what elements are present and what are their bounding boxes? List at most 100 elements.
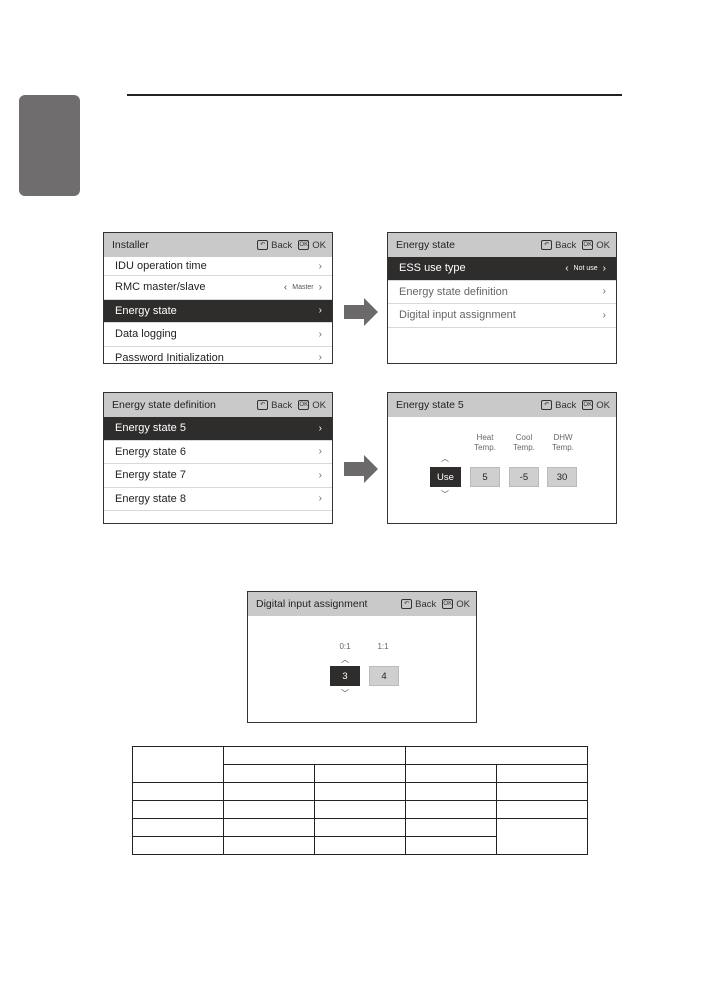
table-cell — [405, 764, 497, 783]
table-row — [132, 818, 588, 855]
ok-button[interactable]: OK OK — [298, 400, 326, 411]
table-cell — [314, 818, 406, 837]
chevron-right-icon: › — [602, 309, 606, 321]
chevron-down-icon[interactable]: ﹀ — [435, 489, 455, 500]
table-cell — [314, 764, 406, 783]
cool-temp-label: Cool Temp. — [513, 433, 535, 452]
input-1-1-label: 1:1 — [377, 642, 389, 651]
menu-item-idu-operation-time[interactable]: IDU operation time › — [104, 257, 332, 276]
energy-state-definition-screen: Energy state definition ↶ Back OK OK Energ… — [103, 392, 333, 524]
ok-icon: OK — [582, 400, 594, 410]
menu-item-energy-state[interactable]: Energy state › — [104, 299, 332, 323]
ok-button[interactable]: OK OK — [298, 240, 326, 251]
chevron-right-icon: › — [318, 305, 322, 317]
ok-button[interactable]: OK OK — [442, 599, 470, 610]
menu-item-energy-state-6[interactable]: Energy state 6 › — [104, 441, 332, 464]
table-cell — [223, 836, 315, 855]
input-1-1-value[interactable]: 4 — [369, 666, 399, 686]
table-cell — [496, 782, 588, 801]
screen-header: Energy state definition ↶ Back OK OK — [104, 393, 332, 417]
digital-input-assignment-screen: Digital input assignment ↶ Back OK OK 0:1 … — [247, 591, 477, 723]
input-0-1-value[interactable]: 3 — [330, 666, 360, 686]
chevron-left-icon[interactable]: ‹ — [565, 263, 568, 274]
table-cell — [132, 818, 224, 837]
back-icon: ↶ — [541, 400, 553, 410]
screen-header: Energy state 5 ↶ Back OK OK — [388, 393, 616, 417]
menu-item-digital-input-assignment[interactable]: Digital input assignment › — [388, 304, 616, 328]
heat-temp-value[interactable]: 5 — [470, 467, 500, 487]
chevron-up-icon[interactable]: ︿ — [335, 654, 355, 665]
back-icon: ↶ — [541, 240, 553, 250]
table-cell — [314, 800, 406, 819]
chapter-tab — [19, 95, 80, 196]
input-0-1-label: 0:1 — [339, 642, 351, 651]
back-icon: ↶ — [257, 240, 269, 250]
table-row — [132, 746, 588, 783]
table-cell — [132, 782, 224, 801]
table-cell — [223, 800, 315, 819]
chevron-right-icon: › — [318, 261, 322, 272]
menu-item-data-logging[interactable]: Data logging › — [104, 323, 332, 347]
menu-item-energy-state-definition[interactable]: Energy state definition › — [388, 281, 616, 304]
chevron-right-icon: › — [318, 469, 322, 481]
back-icon: ↶ — [401, 599, 413, 609]
chevron-right-icon: › — [318, 352, 322, 364]
chevron-left-icon[interactable]: ‹ — [284, 282, 287, 293]
table-row — [132, 800, 588, 819]
menu-item-password-initialization[interactable]: Password Initialization › — [104, 347, 332, 364]
installer-screen: Installer ↶ Back OK OK IDU operation time … — [103, 232, 333, 364]
screen-title: Installer — [112, 239, 149, 251]
chevron-right-icon[interactable]: › — [603, 263, 606, 274]
menu-item-rmc-master-slave[interactable]: RMC master/slave ‹ Master › — [104, 276, 332, 300]
use-toggle[interactable]: Use — [430, 467, 461, 487]
reference-table — [132, 746, 588, 855]
chevron-right-icon: › — [318, 328, 322, 340]
screen-header: Energy state ↶ Back OK OK — [388, 233, 616, 257]
table-cell — [496, 818, 588, 855]
back-button[interactable]: ↶ Back — [257, 400, 292, 411]
dhw-temp-value[interactable]: 30 — [547, 467, 577, 487]
chevron-down-icon[interactable]: ﹀ — [335, 688, 355, 699]
screen-title: Energy state — [396, 239, 455, 251]
header-rule — [127, 94, 622, 96]
chevron-up-icon[interactable]: ︿ — [435, 453, 455, 464]
table-cell — [405, 800, 497, 819]
table-cell — [314, 836, 406, 855]
back-button[interactable]: ↶ Back — [401, 599, 436, 610]
back-button[interactable]: ↶ Back — [541, 240, 576, 251]
ok-button[interactable]: OK OK — [582, 400, 610, 411]
arrow-right-icon — [344, 455, 378, 483]
chevron-right-icon: › — [602, 286, 606, 298]
back-button[interactable]: ↶ Back — [541, 400, 576, 411]
table-cell — [496, 764, 588, 783]
value-selector[interactable]: ‹ Master › — [284, 282, 322, 293]
screen-title: Energy state definition — [112, 399, 216, 411]
screen-header: Digital input assignment ↶ Back OK OK — [248, 592, 476, 616]
table-cell — [223, 782, 315, 801]
chevron-right-icon: › — [318, 422, 322, 434]
screen-title: Digital input assignment — [256, 598, 368, 610]
chevron-right-icon[interactable]: › — [319, 282, 322, 293]
ok-icon: OK — [582, 240, 594, 250]
value-selector[interactable]: ‹ Not use › — [565, 263, 606, 274]
ok-button[interactable]: OK OK — [582, 240, 610, 251]
table-cell — [223, 764, 315, 783]
cool-temp-value[interactable]: -5 — [509, 467, 539, 487]
back-button[interactable]: ↶ Back — [257, 240, 292, 251]
menu-item-energy-state-8[interactable]: Energy state 8 › — [104, 488, 332, 511]
table-row — [132, 782, 588, 801]
table-cell — [132, 800, 224, 819]
screen-title: Energy state 5 — [396, 399, 464, 411]
table-cell — [223, 746, 406, 765]
menu-item-ess-use-type[interactable]: ESS use type ‹ Not use › — [388, 257, 616, 281]
menu-item-energy-state-5[interactable]: Energy state 5 › — [104, 417, 332, 441]
table-cell — [405, 836, 497, 855]
ok-icon: OK — [298, 240, 310, 250]
energy-state-screen: Energy state ↶ Back OK OK ESS use type ‹ N… — [387, 232, 617, 364]
ok-icon: OK — [298, 400, 310, 410]
table-cell — [314, 782, 406, 801]
table-cell — [405, 782, 497, 801]
arrow-right-icon — [344, 298, 378, 326]
table-cell — [132, 836, 224, 855]
menu-item-energy-state-7[interactable]: Energy state 7 › — [104, 464, 332, 488]
